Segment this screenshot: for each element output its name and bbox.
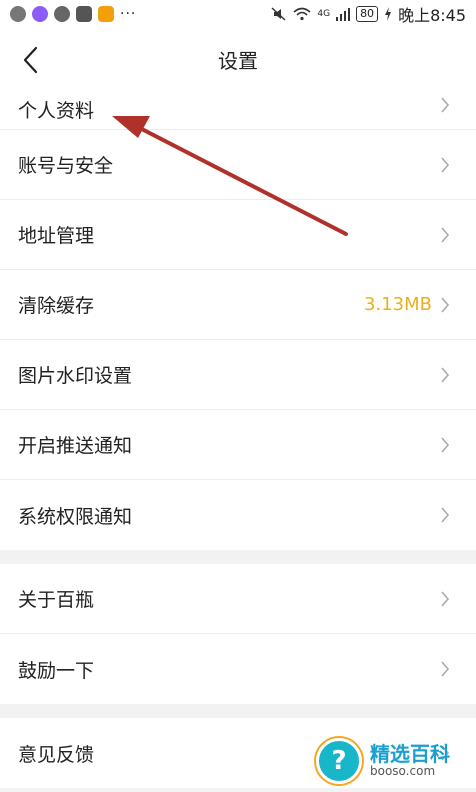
- watermark-text: 精选百科 booso.com: [370, 743, 450, 778]
- setting-system-permissions[interactable]: 系统权限通知: [0, 480, 476, 550]
- setting-label: 地址管理: [18, 225, 95, 247]
- setting-image-watermark[interactable]: 图片水印设置: [0, 340, 476, 410]
- signal-icon: [336, 8, 351, 21]
- setting-about[interactable]: 关于百瓶: [0, 564, 476, 634]
- setting-push-notifications[interactable]: 开启推送通知: [0, 410, 476, 480]
- app-notification-icon: [32, 6, 48, 22]
- chevron-right-icon: [441, 156, 450, 173]
- wechat-icon: [54, 6, 70, 22]
- status-right: 4G 80 晚上8:45: [271, 2, 466, 26]
- chevron-right-icon: [441, 97, 450, 113]
- setting-clear-cache[interactable]: 清除缓存 3.13MB: [0, 270, 476, 340]
- chevron-right-icon: [441, 436, 450, 453]
- chevron-right-icon: [441, 226, 450, 243]
- setting-label: 鼓励一下: [18, 659, 95, 682]
- setting-label: 意见反馈: [18, 743, 95, 766]
- page-title: 设置: [218, 48, 258, 73]
- back-button[interactable]: [10, 40, 50, 80]
- status-left: ···: [10, 6, 136, 22]
- setting-label: 图片水印设置: [18, 365, 133, 387]
- watermark-badge: ? 精选百科 booso.com: [316, 730, 476, 792]
- setting-label: 个人资料: [18, 100, 95, 122]
- setting-label: 系统权限通知: [18, 505, 133, 528]
- watermark-title: 精选百科: [370, 742, 450, 767]
- settings-list: 个人资料 账号与安全 地址管理 清除缓存 3.13MB 图片水印设置 开启推送通…: [0, 90, 476, 788]
- wifi-icon: [293, 7, 311, 21]
- setting-account-security[interactable]: 账号与安全: [0, 130, 476, 200]
- setting-address-management[interactable]: 地址管理: [0, 200, 476, 270]
- settings-group-main: 个人资料 账号与安全 地址管理 清除缓存 3.13MB 图片水印设置 开启推送通…: [0, 90, 476, 550]
- cache-size-value: 3.13MB: [364, 294, 432, 315]
- more-notifications: ···: [120, 6, 137, 22]
- status-bar: ··· 4G 80 晚上8:45: [0, 0, 476, 28]
- setting-label: 账号与安全: [18, 155, 114, 177]
- mail-icon: [76, 6, 92, 22]
- chevron-right-icon: [441, 507, 450, 523]
- setting-right: 3.13MB: [364, 294, 450, 315]
- charging-icon: [385, 7, 392, 21]
- chevron-right-icon: [441, 366, 450, 383]
- setting-encourage[interactable]: 鼓励一下: [0, 634, 476, 704]
- back-arrow-icon: [23, 46, 38, 74]
- gallery-icon: [98, 6, 114, 22]
- watermark-url: booso.com: [370, 764, 436, 779]
- setting-personal-info[interactable]: 个人资料: [0, 90, 476, 130]
- status-time: 晚上8:45: [398, 6, 466, 25]
- chevron-right-icon: [441, 590, 450, 607]
- chevron-right-icon: [441, 661, 450, 677]
- battery-level: 80: [356, 6, 379, 22]
- group-divider: [0, 550, 476, 564]
- chevron-right-icon: [441, 296, 450, 313]
- help-icon: ?: [316, 738, 362, 784]
- group-divider: [0, 704, 476, 718]
- setting-label: 关于百瓶: [18, 589, 95, 611]
- message-icon: [10, 6, 26, 22]
- setting-label: 清除缓存: [18, 295, 95, 317]
- settings-group-about: 关于百瓶 鼓励一下: [0, 564, 476, 704]
- mute-icon: [271, 7, 286, 21]
- screen: ··· 4G 80 晚上8:45 设置 个人资料 账号与安全 地址管理 清除缓存…: [0, 0, 476, 792]
- header: 设置: [0, 28, 476, 90]
- setting-label: 开启推送通知: [18, 435, 133, 457]
- network-type: 4G: [317, 9, 331, 19]
